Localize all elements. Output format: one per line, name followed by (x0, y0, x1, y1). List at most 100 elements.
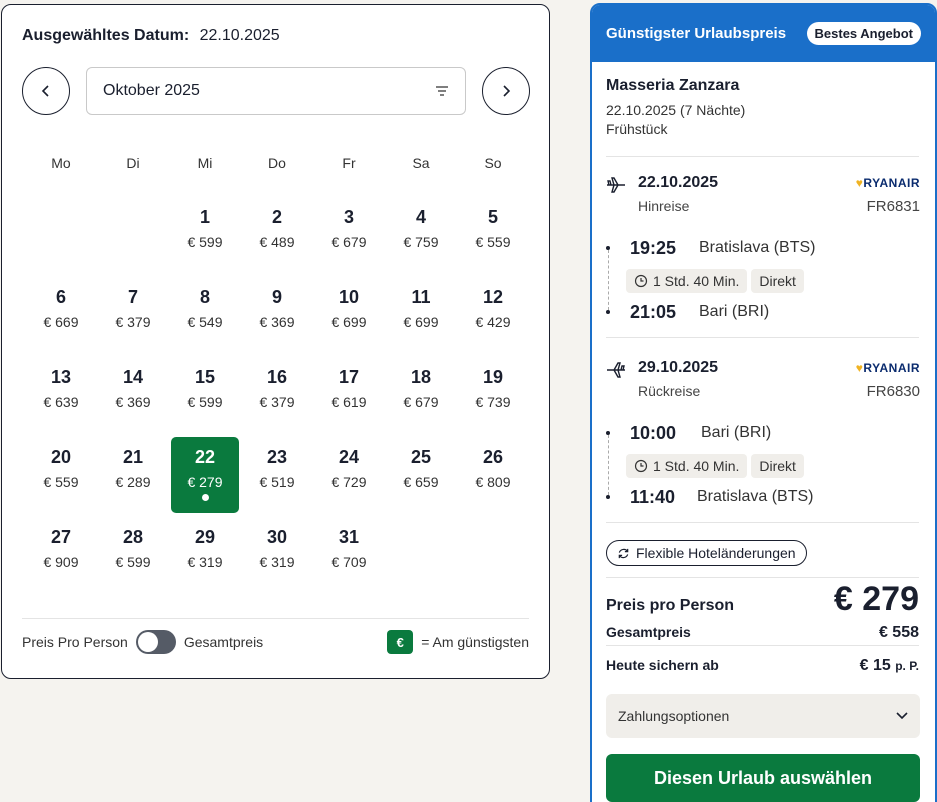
departure-time: 10:00 (630, 423, 677, 443)
day-number: 4 (415, 207, 426, 227)
payment-options-dropdown[interactable]: Zahlungsoptionen (606, 694, 920, 738)
duration-text: 1 Std. 40 Min. (653, 273, 740, 289)
day-price: € 279 (187, 474, 223, 490)
calendar-day[interactable]: 9 € 369 (241, 277, 313, 357)
selected-date-label: Ausgewähltes Datum: (22, 27, 190, 44)
day-number: 30 (266, 527, 288, 547)
select-holiday-button[interactable]: Diesen Urlaub auswählen (606, 754, 920, 802)
filter-icon (436, 86, 448, 96)
day-price: € 559 (475, 234, 511, 250)
day-price: € 519 (259, 474, 295, 490)
day-number: 24 (338, 447, 360, 467)
flexible-changes-button[interactable]: Flexible Hoteländerungen (606, 540, 807, 566)
weekday-header: Mo Di Mi Do Fr Sa So (25, 155, 529, 171)
prev-month-button[interactable] (22, 67, 70, 115)
duration-chip: 1 Std. 40 Min. (626, 454, 748, 478)
calendar-day[interactable]: 8 € 549 (169, 277, 241, 357)
inbound-direction: Rückreise (638, 383, 701, 399)
calendar-day[interactable]: 6 € 669 (25, 277, 97, 357)
offer-header: Günstigster Urlaubspreis Bestes Angebot (592, 5, 935, 62)
airline-name: RYANAIR (863, 176, 920, 190)
calendar-day[interactable]: 29 € 319 (169, 517, 241, 597)
calendar-day[interactable]: 24 € 729 (313, 437, 385, 517)
calendar-day[interactable]: 20 € 559 (25, 437, 97, 517)
arrival-time: 21:05 (630, 302, 677, 322)
outbound-direction: Hinreise (638, 198, 690, 214)
total-price-row: Gesamtpreis € 558 (606, 624, 919, 642)
day-number: 25 (410, 447, 432, 467)
day-number: 8 (199, 287, 210, 307)
day-price: € 619 (331, 394, 367, 410)
calendar-card: Ausgewähltes Datum: 22.10.2025 Oktober 2… (1, 4, 550, 679)
day-number: 17 (338, 367, 360, 387)
departure-airport: Bratislava (BTS) (699, 239, 816, 256)
day-number: 5 (487, 207, 498, 227)
calendar-day-selected[interactable]: 22 € 279 (171, 437, 239, 513)
weekday-label: Mi (197, 155, 213, 171)
clock-icon (634, 274, 648, 288)
duration-text: 1 Std. 40 Min. (653, 458, 740, 474)
route-line (608, 435, 609, 495)
legend-text: = Am günstigsten (421, 634, 529, 650)
calendar-day[interactable]: 19 € 739 (457, 357, 529, 437)
month-select[interactable]: Oktober 2025 (86, 67, 466, 115)
divider (606, 577, 919, 578)
day-number: 11 (411, 287, 431, 307)
day-price: € 319 (187, 554, 223, 570)
price-per-person-row: Preis pro Person € 279 (606, 580, 919, 619)
payment-options-label: Zahlungsoptionen (618, 708, 730, 724)
day-number: 10 (338, 287, 360, 307)
price-per-person-value: € 279 (833, 580, 919, 618)
calendar-grid: 1 € 599 2 € 489 3 € 679 4 € 759 5 € 559 6 € 669 7 € 3… (25, 197, 529, 597)
divider (606, 522, 919, 523)
empty-day-cell (97, 197, 169, 277)
next-month-button[interactable] (482, 67, 530, 115)
day-price: € 369 (115, 394, 151, 410)
calendar-day[interactable]: 10 € 699 (313, 277, 385, 357)
day-price: € 639 (43, 394, 79, 410)
calendar-day[interactable]: 18 € 679 (385, 357, 457, 437)
calendar-day[interactable]: 16 € 379 (241, 357, 313, 437)
route-line (608, 250, 609, 310)
day-price: € 739 (475, 394, 511, 410)
day-price: € 659 (403, 474, 439, 490)
calendar-day[interactable]: 5 € 559 (457, 197, 529, 277)
calendar-day[interactable]: 28 € 599 (97, 517, 169, 597)
calendar-day[interactable]: 11 € 699 (385, 277, 457, 357)
calendar-day[interactable]: 25 € 659 (385, 437, 457, 517)
calendar-day[interactable]: 1 € 599 (169, 197, 241, 277)
calendar-day[interactable]: 26 € 809 (457, 437, 529, 517)
deposit-amount: € 15 (859, 657, 891, 674)
calendar-day[interactable]: 3 € 679 (313, 197, 385, 277)
hotel-dates: 22.10.2025 (7 Nächte) (606, 102, 746, 118)
day-price: € 599 (187, 394, 223, 410)
day-number: 31 (338, 527, 360, 547)
bullet (606, 246, 610, 250)
day-number: 19 (482, 367, 504, 387)
price-mode-toggle[interactable] (135, 630, 176, 654)
day-number: 14 (122, 367, 144, 387)
bullet (606, 495, 610, 499)
calendar-day[interactable]: 15 € 599 (169, 357, 241, 437)
calendar-day[interactable]: 27 € 909 (25, 517, 97, 597)
calendar-day[interactable]: 2 € 489 (241, 197, 313, 277)
calendar-day[interactable]: 30 € 319 (241, 517, 313, 597)
stops-chip: Direkt (751, 269, 804, 293)
day-number: 2 (271, 207, 282, 227)
day-number: 7 (127, 287, 138, 307)
bullet (606, 310, 610, 314)
arrival-time: 11:40 (630, 487, 676, 507)
calendar-day[interactable]: 13 € 639 (25, 357, 97, 437)
calendar-day[interactable]: 17 € 619 (313, 357, 385, 437)
day-price: € 669 (43, 314, 79, 330)
calendar-day[interactable]: 7 € 379 (97, 277, 169, 357)
calendar-day[interactable]: 12 € 429 (457, 277, 529, 357)
price-mode-toggle-row: Preis Pro Person Gesamtpreis (22, 630, 263, 654)
calendar-day[interactable]: 4 € 759 (385, 197, 457, 277)
selected-date: Ausgewähltes Datum: 22.10.2025 (22, 27, 280, 45)
calendar-day[interactable]: 23 € 519 (241, 437, 313, 517)
calendar-day[interactable]: 31 € 709 (313, 517, 385, 597)
calendar-day[interactable]: 21 € 289 (97, 437, 169, 517)
calendar-day[interactable]: 14 € 369 (97, 357, 169, 437)
chevron-left-icon (41, 85, 49, 97)
